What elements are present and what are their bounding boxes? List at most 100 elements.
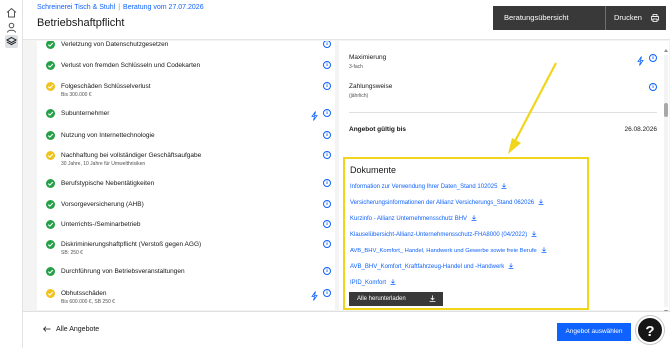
download-icon (541, 247, 547, 253)
scroll-up-arrow-icon[interactable] (664, 49, 668, 52)
download-all-button[interactable]: Alle herunterladen (349, 292, 443, 306)
maximierung-row: Maximierung 3-fach i (349, 54, 657, 70)
breadcrumb-consultation-link[interactable]: Beratung vom 27.07.2026 (123, 4, 204, 11)
select-offer-button[interactable]: Angebot auswählen (557, 323, 631, 341)
home-icon[interactable] (5, 6, 18, 19)
info-icon[interactable]: i (323, 220, 331, 228)
document-link[interactable]: AVB_BHV_Komfort_Kraftfahrzeug-Handel und… (350, 263, 514, 270)
back-to-offers-link[interactable]: Alle Angebote (43, 326, 99, 333)
warning-icon (46, 82, 55, 91)
document-link[interactable]: IPID_Komfort (350, 279, 396, 286)
coverage-name: Nutzung von Internettechnologie (61, 132, 155, 139)
info-icon[interactable]: i (649, 54, 657, 62)
info-icon[interactable]: i (323, 41, 331, 48)
info-icon[interactable]: i (323, 200, 331, 208)
info-icon[interactable]: i (649, 83, 657, 91)
offer-validity-row: Angebot gültig bis 26.08.2026 (349, 126, 657, 133)
check-icon (46, 109, 55, 118)
back-to-offers-label: Alle Angebote (56, 326, 100, 333)
layers-icon[interactable] (5, 35, 18, 48)
coverage-name: Durchführung von Betriebsveranstaltungen (61, 268, 185, 275)
coverage-name: Unterrichts-/Seminarbetrieb (61, 221, 141, 228)
info-icon[interactable]: i (323, 82, 331, 90)
document-link-label: Kurzinfo - Allianz Unternehmensschutz BH… (350, 216, 468, 222)
documents-panel: Dokumente Information zur Verwendung Ihr… (343, 157, 589, 310)
document-link[interactable]: Versicherungsinformationen der Allianz V… (350, 199, 544, 206)
info-icon[interactable]: i (323, 131, 331, 139)
info-icon[interactable]: i (323, 289, 331, 297)
coverage-name: Subunternehmer (61, 110, 110, 117)
offer-details: Maximierung 3-fach i Zahlungsweise (jähr… (339, 41, 669, 310)
lightning-icon[interactable] (311, 288, 318, 306)
documents-title: Dokumente (350, 165, 397, 175)
coverage-detail: Bis 300.000 € (61, 92, 92, 98)
coverage-name: Berufstypische Nebentätigkeiten (61, 180, 155, 187)
warning-icon (46, 151, 55, 160)
info-icon[interactable]: i (323, 267, 331, 275)
offer-content: Verletzung von Datenschutzgesetzen i Ver… (23, 41, 670, 310)
breadcrumb-separator: | (118, 4, 121, 11)
info-icon[interactable]: i (323, 109, 331, 117)
document-link[interactable]: Klauselübersicht-Allianz-Unternehmenssch… (350, 231, 537, 238)
document-link-label: IPID_Komfort (350, 280, 387, 286)
coverage-name: Nachhaftung bei vollständiger Geschäftsa… (61, 152, 202, 159)
check-icon (46, 41, 55, 49)
check-icon (46, 179, 55, 188)
offer-validity-date: 26.08.2026 (624, 126, 657, 133)
download-icon (471, 215, 477, 221)
overview-button[interactable]: Beratungsübersicht (493, 6, 606, 30)
document-link-label: AVB_BHV_Komfort_ Handel, Handwerk und Ge… (350, 248, 537, 254)
coverage-name: Diskriminierungshaftpflicht (Verstoß geg… (61, 241, 202, 248)
info-icon[interactable]: i (323, 61, 331, 69)
download-icon (538, 199, 544, 205)
zahlungsweise-row: Zahlungsweise (jährlich) i (349, 83, 657, 99)
help-button[interactable]: ? (636, 316, 664, 344)
download-icon (501, 183, 507, 189)
coverage-name: Verlust von fremden Schlüsseln und Codek… (61, 62, 201, 69)
breadcrumb-customer-link[interactable]: Schreinerei Tisch & Stuhl (37, 4, 115, 11)
coverage-name: Obhutsschäden (61, 290, 107, 297)
document-link-label: Versicherungsinformationen der Allianz V… (350, 200, 535, 206)
document-link[interactable]: Kurzinfo - Allianz Unternehmensschutz BH… (350, 215, 477, 222)
check-icon (46, 61, 55, 70)
page-footer: Alle Angebote Angebot auswählen ? (23, 311, 670, 348)
scrollbar[interactable] (664, 49, 668, 313)
download-icon (429, 295, 436, 302)
printer-icon (651, 14, 659, 22)
document-link[interactable]: Information zur Verwendung Ihrer Daten_S… (350, 183, 507, 190)
offer-validity-label: Angebot gültig bis (349, 126, 407, 133)
scrollbar-thumb[interactable] (664, 103, 668, 117)
warning-icon (46, 289, 55, 298)
coverage-name: Verletzung von Datenschutzgesetzen (61, 41, 169, 48)
document-link-label: Klauselübersicht-Allianz-Unternehmenssch… (350, 232, 528, 238)
lightning-icon[interactable] (311, 108, 318, 126)
info-icon[interactable]: i (323, 179, 331, 187)
coverage-name: Folgeschäden Schlüsselverlust (61, 83, 151, 90)
download-icon (508, 263, 514, 269)
coverage-detail: SB: 250 € (61, 250, 83, 256)
lightning-icon[interactable] (637, 53, 644, 71)
zahlungsweise-label: Zahlungsweise (349, 83, 393, 90)
info-icon[interactable]: i (323, 240, 331, 248)
check-icon (46, 267, 55, 276)
coverage-detail: 30 Jahre, 10 Jahre für Umwelthrisiken (61, 161, 146, 167)
coverage-name: Vorsorgeversicherung (AHB) (61, 201, 144, 208)
maximierung-label: Maximierung (349, 54, 387, 61)
maximierung-value: 3-fach (349, 64, 363, 70)
document-link-label: Information zur Verwendung Ihrer Daten_S… (350, 184, 498, 190)
check-icon (46, 220, 55, 229)
page-title: Betriebshaftpflicht (37, 17, 125, 29)
download-icon (390, 279, 396, 285)
print-button-label: Drucken (614, 13, 642, 22)
document-link[interactable]: AVB_BHV_Komfort_ Handel, Handwerk und Ge… (350, 247, 547, 254)
coverage-list: Verletzung von Datenschutzgesetzen i Ver… (37, 41, 335, 310)
user-icon[interactable] (5, 21, 18, 34)
check-icon (46, 131, 55, 140)
page-header: Schreinerei Tisch & Stuhl | Beratung vom 2… (23, 0, 670, 40)
arrow-left-icon (43, 326, 51, 332)
download-all-label: Alle herunterladen (357, 296, 406, 302)
info-icon[interactable]: i (323, 151, 331, 159)
print-button[interactable]: Drucken (606, 6, 666, 30)
divider (349, 112, 657, 113)
breadcrumb: Schreinerei Tisch & Stuhl | Beratung vom 2… (37, 4, 204, 11)
